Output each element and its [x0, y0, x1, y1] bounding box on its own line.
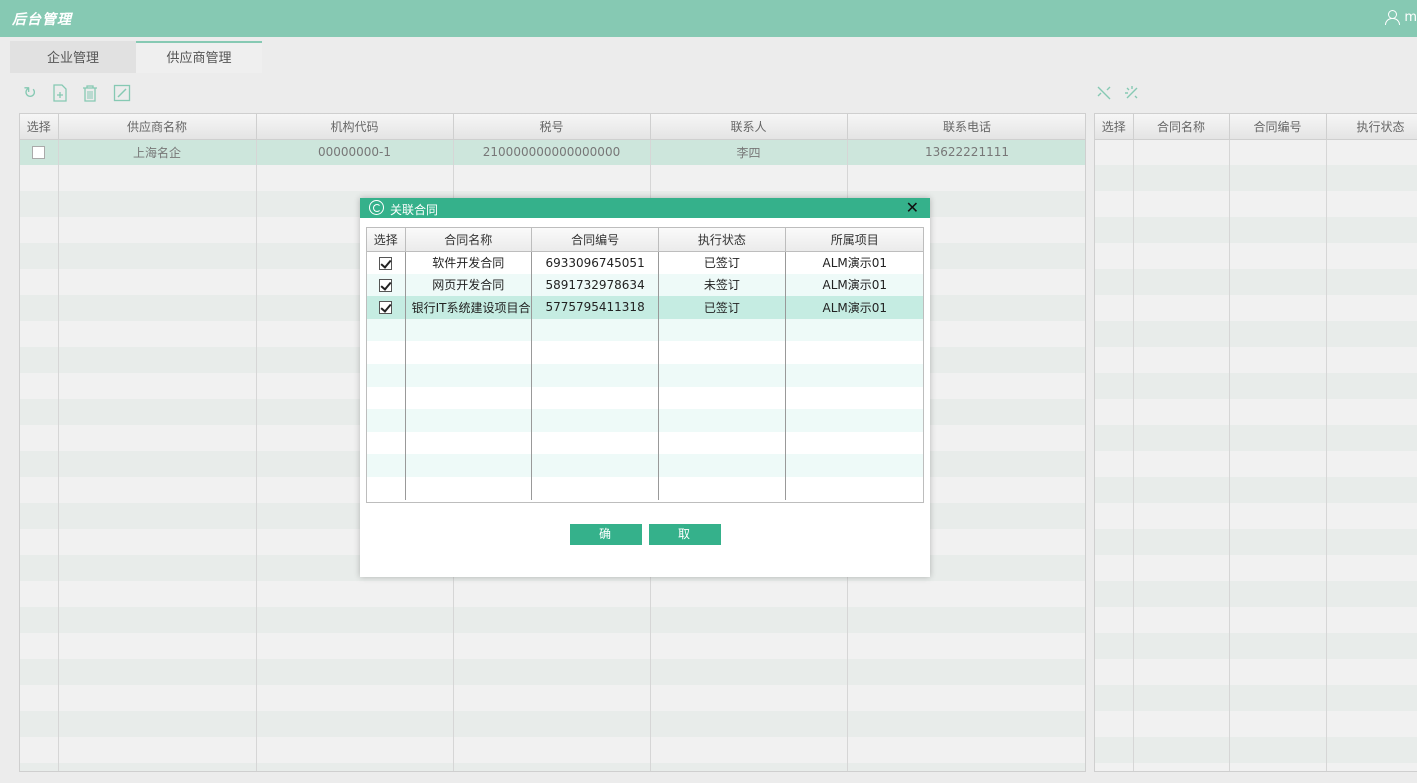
- close-icon[interactable]: ✕: [906, 198, 919, 218]
- cell-contract-name: 软件开发合同: [405, 251, 532, 274]
- cell-contract-name: 银行IT系统建设项目合同: [405, 296, 532, 319]
- empty-row: [367, 409, 923, 432]
- empty-row: [367, 386, 923, 410]
- empty-row: [367, 341, 923, 364]
- cell-exec-status: 已签订: [658, 296, 786, 319]
- empty-row: [367, 431, 923, 455]
- empty-row: [367, 363, 923, 387]
- cell-exec-status: 已签订: [658, 251, 786, 274]
- confirm-button[interactable]: 确定: [570, 524, 642, 562]
- cell-contract-number: 5891732978634: [531, 273, 660, 297]
- cancel-button[interactable]: 取消: [649, 524, 721, 562]
- column-header-contract-name[interactable]: 合同名称: [405, 228, 532, 252]
- table-row[interactable]: 银行IT系统建设项目合同 5775795411318 已签订 ALM演示01: [367, 296, 923, 319]
- cell-project: ALM演示01: [785, 296, 923, 319]
- dialog-header: 关联合同 ✕: [360, 198, 930, 218]
- row-checkbox-checked[interactable]: [379, 278, 393, 292]
- column-header-contract-number[interactable]: 合同编号: [531, 228, 660, 252]
- cell-contract-number: 6933096745051: [531, 251, 660, 274]
- table-row[interactable]: 软件开发合同 6933096745051 已签订 ALM演示01: [367, 251, 923, 274]
- column-header-project[interactable]: 所属项目: [785, 228, 923, 252]
- cell-project: ALM演示01: [785, 273, 923, 297]
- cell-project: ALM演示01: [785, 251, 923, 274]
- empty-row: [367, 454, 923, 477]
- column-header-exec-status[interactable]: 执行状态: [658, 228, 786, 252]
- dialog-contract-grid: 选择 合同名称 合同编号 执行状态 所属项目 软件开发合同 6933096745…: [366, 227, 924, 503]
- table-row[interactable]: 网页开发合同 5891732978634 未签订 ALM演示01: [367, 273, 923, 297]
- app-logo-icon: [369, 200, 384, 215]
- empty-row: [367, 476, 923, 500]
- row-checkbox-checked[interactable]: [379, 256, 393, 270]
- row-checkbox-checked[interactable]: [379, 301, 393, 315]
- cell-contract-name: 网页开发合同: [405, 273, 532, 297]
- column-header-select: 选择: [367, 228, 406, 252]
- link-contract-dialog: 关联合同 ✕ 选择 合同名称 合同编号 执行状态 所属项目 软件开发合同 693…: [360, 198, 930, 577]
- cell-contract-number: 5775795411318: [531, 296, 660, 319]
- cell-exec-status: 未签订: [658, 273, 786, 297]
- dialog-title: 关联合同: [390, 203, 439, 217]
- empty-row: [367, 318, 923, 342]
